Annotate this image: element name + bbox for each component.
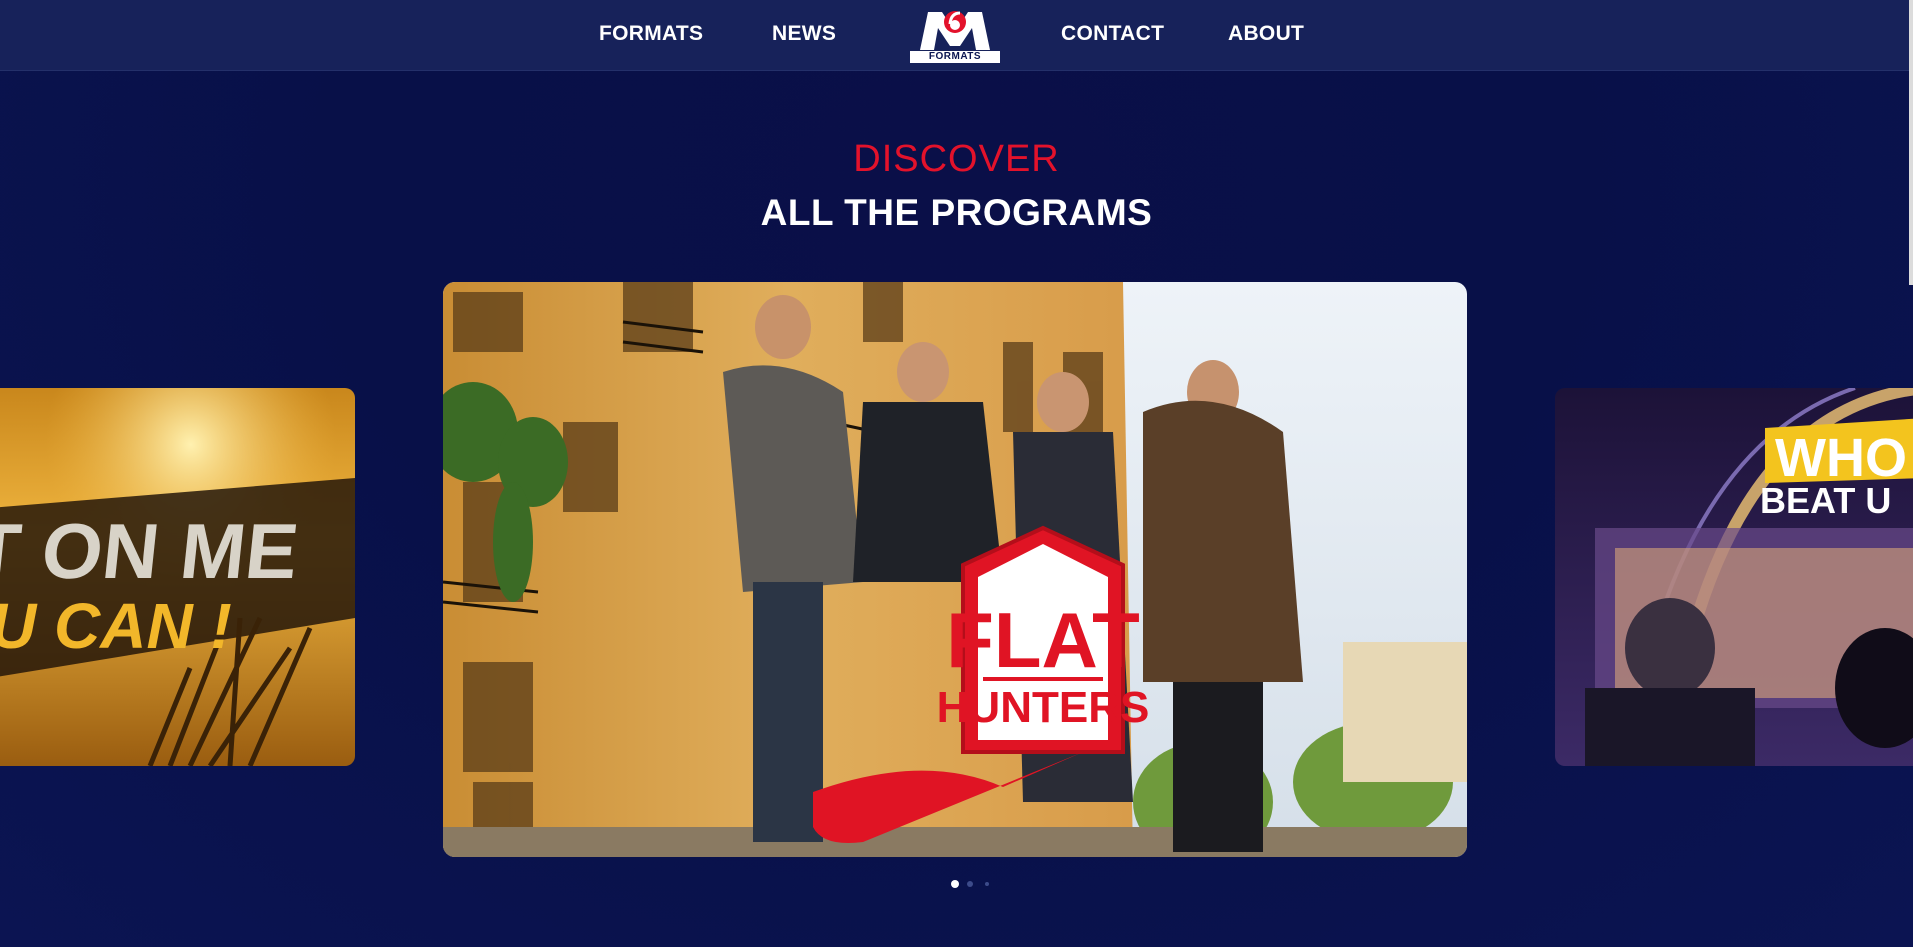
slide-prev-image: T ON ME U CAN ! — [0, 388, 355, 766]
nav-link-news[interactable]: NEWS — [772, 22, 836, 46]
carousel-dot-1[interactable] — [951, 880, 959, 888]
nav-link-about[interactable]: ABOUT — [1228, 22, 1304, 46]
section-kicker: DISCOVER — [853, 138, 1060, 180]
carousel-dot-3[interactable] — [985, 882, 989, 886]
nav-link-formats[interactable]: FORMATS — [599, 22, 703, 46]
carousel-slide-next[interactable]: WHO BEAT U — [1555, 388, 1913, 766]
carousel-slide-active[interactable]: FLAT HUNTERS — [443, 282, 1467, 857]
nav-link-contact[interactable]: CONTACT — [1061, 22, 1164, 46]
top-navigation-bar: FORMATS NEWS FORMATS CONTACT ABOUT — [0, 0, 1913, 71]
m6-formats-logo[interactable]: FORMATS — [910, 6, 1000, 63]
carousel-dot-2[interactable] — [967, 881, 973, 887]
slide-prev-title-line2: U CAN ! — [0, 590, 232, 662]
flat-hunters-line1: FLAT — [946, 596, 1139, 684]
slide-next-title-line2: BEAT U — [1760, 480, 1891, 521]
slide-next-title-line1: WHO — [1775, 428, 1907, 488]
slide-prev-title-line1: T ON ME — [0, 507, 302, 595]
section-title: ALL THE PROGRAMS — [760, 192, 1153, 233]
slide-next-image: WHO BEAT U — [1555, 388, 1913, 766]
logo-caption: FORMATS — [910, 51, 1000, 63]
carousel-slide-prev[interactable]: T ON ME U CAN ! — [0, 388, 355, 766]
flat-hunters-line2: HUNTERS — [937, 683, 1150, 732]
carousel-pagination — [0, 880, 1913, 892]
slide-active-image: FLAT HUNTERS — [443, 282, 1467, 857]
